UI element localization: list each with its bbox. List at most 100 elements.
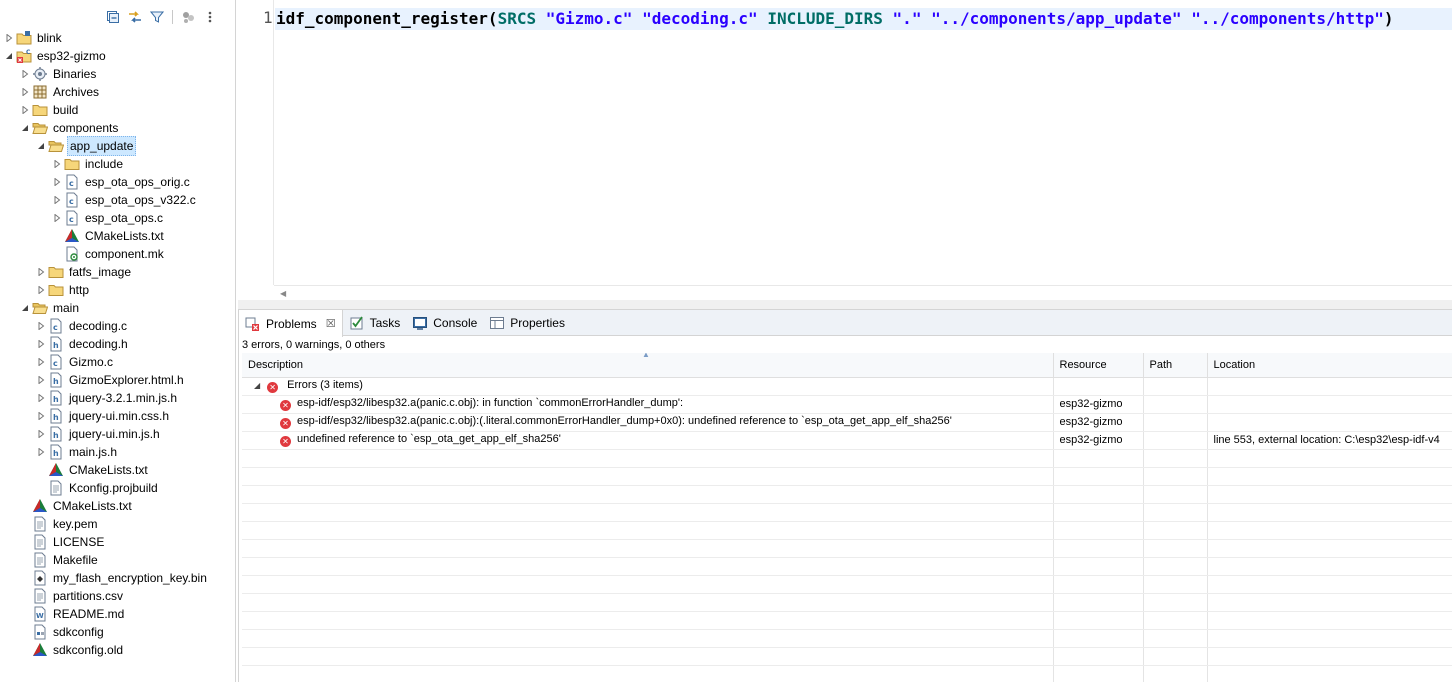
tree-item[interactable]: partitions.csv [0, 587, 235, 605]
error-icon: ✕ [280, 418, 291, 429]
collapsed-twisty-icon[interactable] [36, 407, 46, 425]
tree-item[interactable]: CMakeLists.txt [0, 227, 235, 245]
svg-text:c: c [69, 179, 74, 188]
tree-item[interactable]: c esp_ota_ops_v322.c [0, 191, 235, 209]
tab-properties[interactable]: Properties [483, 310, 571, 335]
tree-item[interactable]: c esp_ota_ops.c [0, 209, 235, 227]
view-menu-icon[interactable] [201, 8, 219, 26]
description-cell: ✕ esp-idf/esp32/libesp32.a(panic.c.obj):(… [242, 413, 1054, 432]
tree-item[interactable]: http [0, 281, 235, 299]
empty-row [242, 521, 1452, 540]
tree-item[interactable]: sdkconfig [0, 623, 235, 641]
tree-item[interactable]: fatfs_image [0, 263, 235, 281]
c-file-icon: c [48, 318, 64, 334]
path-cell [1143, 431, 1208, 450]
h-file-icon: h [48, 426, 64, 442]
tree-item[interactable]: Kconfig.projbuild [0, 479, 235, 497]
tree-item[interactable]: h decoding.h [0, 335, 235, 353]
collapse-all-icon[interactable] [104, 8, 122, 26]
collapsed-twisty-icon[interactable] [36, 263, 46, 281]
tree-item[interactable]: CMakeLists.txt [0, 461, 235, 479]
table-row[interactable]: ✕ undefined reference to `esp_ota_get_app… [242, 431, 1452, 450]
collapsed-twisty-icon[interactable] [36, 443, 46, 461]
empty-row [242, 593, 1452, 612]
collapsed-twisty-icon[interactable] [36, 371, 46, 389]
filter-icon[interactable] [148, 8, 166, 26]
empty-row [242, 557, 1452, 576]
tree-item[interactable]: h main.js.h [0, 443, 235, 461]
tree-item[interactable]: Cesp32-gizmo [0, 47, 235, 65]
code-line[interactable]: idf_component_register(SRCS "Gizmo.c" "d… [276, 8, 1393, 30]
collapsed-twisty-icon[interactable] [52, 173, 62, 191]
tree-item[interactable]: my_flash_encryption_key.bin [0, 569, 235, 587]
tab-console[interactable]: Console [406, 310, 483, 335]
editor-horizontal-scrollbar[interactable]: ◀ [274, 285, 1452, 300]
tree-item[interactable]: main [0, 299, 235, 317]
tree-item[interactable]: Binaries [0, 65, 235, 83]
link-with-editor-icon[interactable] [126, 8, 144, 26]
collapsed-twisty-icon[interactable] [20, 83, 30, 101]
tree-item[interactable]: components [0, 119, 235, 137]
tree-item[interactable]: key.pem [0, 515, 235, 533]
column-description[interactable]: Description ▲ [242, 353, 1054, 378]
tree-item[interactable]: build [0, 101, 235, 119]
tree-item[interactable]: Archives [0, 83, 235, 101]
tree-item[interactable]: sdkconfig.old [0, 641, 235, 659]
tree-item[interactable]: component.mk [0, 245, 235, 263]
tree-item[interactable]: app_update [0, 136, 235, 156]
path-cell [1143, 413, 1208, 432]
tree-item[interactable]: h jquery-ui.min.css.h [0, 407, 235, 425]
table-row[interactable]: ✕ esp-idf/esp32/libesp32.a(panic.c.obj):(… [242, 413, 1452, 432]
column-resource[interactable]: Resource [1053, 353, 1144, 378]
collapsed-twisty-icon[interactable] [36, 281, 46, 299]
collapsed-twisty-icon[interactable] [52, 191, 62, 209]
tree-item[interactable]: h GizmoExplorer.html.h [0, 371, 235, 389]
scroll-left-arrow-icon[interactable]: ◀ [280, 289, 286, 298]
properties-icon [489, 315, 505, 331]
column-location[interactable]: Location [1207, 353, 1452, 378]
expanded-twisty-icon[interactable] [20, 119, 30, 137]
collapsed-twisty-icon[interactable] [4, 29, 14, 47]
tree-item-label: component.mk [85, 247, 164, 261]
tree-item[interactable]: Makefile [0, 551, 235, 569]
code-token-fn [632, 9, 642, 28]
collapsed-twisty-icon[interactable] [20, 101, 30, 119]
focus-icon[interactable] [179, 8, 197, 26]
tab-tasks[interactable]: Tasks [343, 310, 407, 335]
tree-item[interactable]: W README.md [0, 605, 235, 623]
expanded-twisty-icon[interactable] [36, 137, 46, 155]
tree-item[interactable]: c esp_ota_ops_orig.c [0, 173, 235, 191]
collapsed-twisty-icon[interactable] [36, 353, 46, 371]
tree-item[interactable]: h jquery-3.2.1.min.js.h [0, 389, 235, 407]
collapsed-twisty-icon[interactable] [52, 209, 62, 227]
error-group-row[interactable]: ◢ ✕ Errors (3 items) [242, 377, 1452, 396]
tree-item[interactable]: c Gizmo.c [0, 353, 235, 371]
collapsed-twisty-icon[interactable] [36, 425, 46, 443]
tab-problems[interactable]: Problems ☒ [239, 310, 343, 337]
collapsed-twisty-icon[interactable] [20, 65, 30, 83]
column-path[interactable]: Path [1143, 353, 1208, 378]
collapsed-twisty-icon[interactable] [52, 155, 62, 173]
tree-item[interactable]: blink [0, 29, 235, 47]
tree-item[interactable]: include [0, 155, 235, 173]
table-row[interactable]: ✕ esp-idf/esp32/libesp32.a(panic.c.obj): … [242, 395, 1452, 414]
tree-item-label: esp_ota_ops.c [85, 211, 164, 225]
tree-item[interactable]: CMakeLists.txt [0, 497, 235, 515]
cmake-editor[interactable]: 1 idf_component_register(SRCS "Gizmo.c" … [240, 0, 1452, 300]
tree-item-label: blink [37, 31, 62, 45]
tree-item-label: components [53, 121, 119, 135]
tree-item[interactable]: LICENSE [0, 533, 235, 551]
tree-item[interactable]: c decoding.c [0, 317, 235, 335]
tab-label: Tasks [369, 315, 401, 330]
collapsed-twisty-icon[interactable] [36, 317, 46, 335]
expanded-twisty-icon[interactable]: ◢ [254, 381, 264, 390]
collapsed-twisty-icon[interactable] [36, 335, 46, 353]
expanded-twisty-icon[interactable] [4, 47, 14, 65]
project-explorer: blink Cesp32-gizmo Binaries Archives build co… [0, 0, 236, 682]
collapsed-twisty-icon[interactable] [36, 389, 46, 407]
sash-divider[interactable] [238, 300, 1452, 309]
expanded-twisty-icon[interactable] [20, 299, 30, 317]
line-number: 1 [263, 8, 273, 27]
close-tab-icon[interactable]: ☒ [326, 317, 336, 330]
tree-item[interactable]: h jquery-ui.min.js.h [0, 425, 235, 443]
